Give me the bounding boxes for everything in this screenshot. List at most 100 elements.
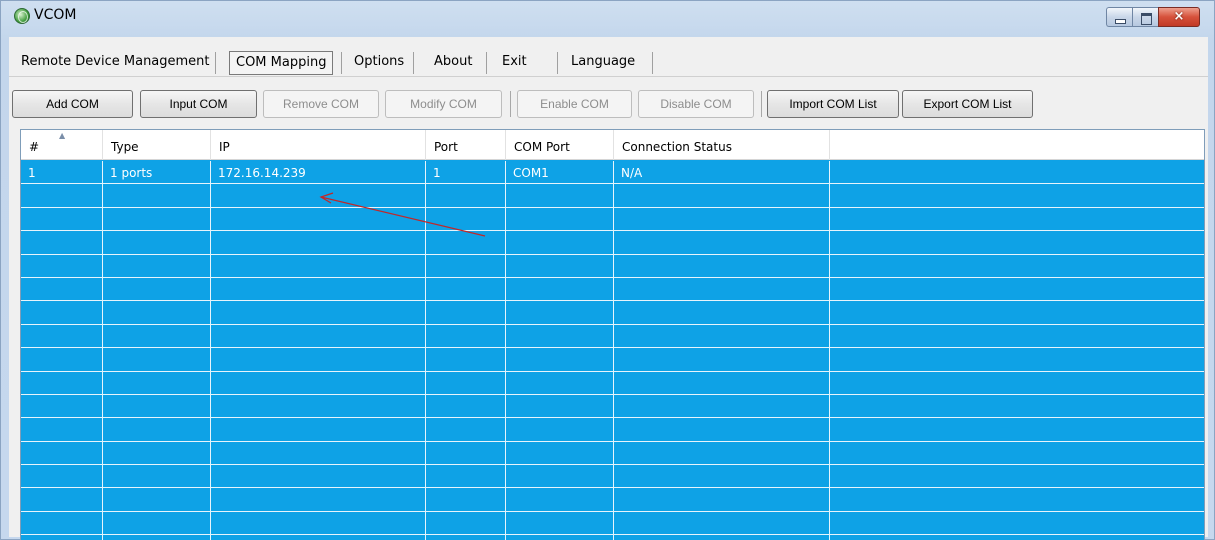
empty-cell bbox=[21, 488, 103, 511]
cell-port: 1 bbox=[426, 161, 506, 184]
empty-cell bbox=[426, 231, 506, 254]
empty-cell bbox=[103, 371, 211, 394]
menu-com-mapping[interactable]: COM Mapping bbox=[229, 51, 334, 75]
menu-about[interactable]: About bbox=[428, 49, 478, 75]
empty-cell bbox=[614, 324, 830, 348]
disable-com-button[interactable]: Disable COM bbox=[638, 90, 754, 118]
empty-cell bbox=[21, 371, 103, 394]
empty-cell bbox=[211, 324, 426, 348]
empty-cell bbox=[426, 254, 506, 277]
input-com-button[interactable]: Input COM bbox=[140, 90, 257, 118]
menu-exit[interactable]: Exit bbox=[496, 49, 533, 75]
empty-cell bbox=[211, 488, 426, 511]
empty-cell bbox=[103, 231, 211, 254]
empty-cell bbox=[614, 488, 830, 511]
empty-cell bbox=[506, 254, 614, 277]
empty-cell bbox=[103, 418, 211, 441]
empty-cell bbox=[614, 231, 830, 254]
empty-cell bbox=[614, 418, 830, 441]
empty-cell bbox=[426, 511, 506, 535]
column-header-ip[interactable]: IP bbox=[211, 130, 426, 160]
list-header: # ▲ Type IP Port COM Port Connection Sta… bbox=[21, 130, 1204, 160]
empty-row bbox=[21, 231, 1204, 255]
empty-cell bbox=[21, 535, 103, 540]
empty-cell bbox=[426, 277, 506, 301]
empty-cell bbox=[211, 231, 426, 254]
empty-cell bbox=[426, 465, 506, 488]
empty-cell bbox=[506, 231, 614, 254]
empty-cell bbox=[506, 371, 614, 394]
empty-cell bbox=[506, 394, 614, 418]
list-rows: 1 1 ports 172.16.14.239 1 COM1 N/A bbox=[21, 161, 1204, 540]
empty-cell bbox=[21, 207, 103, 231]
empty-cell bbox=[506, 348, 614, 371]
empty-cell bbox=[211, 394, 426, 418]
empty-cell bbox=[506, 488, 614, 511]
empty-cell bbox=[506, 277, 614, 301]
empty-cell bbox=[103, 348, 211, 371]
menu-separator bbox=[486, 52, 487, 74]
enable-com-button[interactable]: Enable COM bbox=[517, 90, 632, 118]
maximize-icon[interactable] bbox=[1132, 7, 1158, 27]
menu-options[interactable]: Options bbox=[348, 49, 410, 75]
menu-separator bbox=[341, 52, 342, 74]
empty-cell bbox=[21, 254, 103, 277]
empty-row bbox=[21, 348, 1204, 372]
column-header-type[interactable]: Type bbox=[103, 130, 211, 160]
empty-row bbox=[21, 324, 1204, 349]
empty-cell bbox=[103, 324, 211, 348]
vcom-window: VCOM × Remote Device Management COM Mapp… bbox=[0, 0, 1215, 540]
toolbar-separator bbox=[761, 91, 762, 117]
empty-cell bbox=[21, 231, 103, 254]
empty-cell bbox=[426, 394, 506, 418]
com-mapping-list[interactable]: # ▲ Type IP Port COM Port Connection Sta… bbox=[20, 129, 1205, 540]
empty-cell bbox=[211, 277, 426, 301]
empty-cell bbox=[103, 441, 211, 465]
empty-cell bbox=[426, 371, 506, 394]
export-com-list-button[interactable]: Export COM List bbox=[902, 90, 1033, 118]
menu-separator bbox=[652, 52, 653, 74]
empty-cell bbox=[614, 207, 830, 231]
menu-remote-device-management[interactable]: Remote Device Management bbox=[15, 49, 216, 75]
globe-icon bbox=[14, 8, 30, 24]
empty-cell bbox=[21, 511, 103, 535]
column-header-com-port[interactable]: COM Port bbox=[506, 130, 614, 160]
empty-cell bbox=[21, 301, 103, 324]
add-com-button[interactable]: Add COM bbox=[12, 90, 133, 118]
caption-buttons: × bbox=[1106, 7, 1200, 27]
remove-com-button[interactable]: Remove COM bbox=[263, 90, 379, 118]
cell-type: 1 ports bbox=[103, 161, 211, 184]
empty-cell bbox=[211, 301, 426, 324]
empty-row bbox=[21, 394, 1204, 419]
close-button[interactable]: × bbox=[1158, 7, 1200, 27]
column-header-label: # bbox=[29, 140, 40, 154]
column-header-number[interactable]: # ▲ bbox=[21, 130, 103, 160]
menu-language[interactable]: Language bbox=[565, 49, 641, 75]
empty-cell bbox=[426, 418, 506, 441]
empty-cell bbox=[21, 324, 103, 348]
empty-cell bbox=[103, 184, 211, 207]
empty-cell bbox=[211, 511, 426, 535]
modify-com-button[interactable]: Modify COM bbox=[385, 90, 502, 118]
empty-cell bbox=[614, 465, 830, 488]
empty-cell bbox=[506, 535, 614, 540]
import-com-list-button[interactable]: Import COM List bbox=[767, 90, 899, 118]
empty-cell bbox=[614, 394, 830, 418]
table-row[interactable]: 1 1 ports 172.16.14.239 1 COM1 N/A bbox=[21, 161, 1204, 185]
title-bar[interactable]: VCOM × bbox=[1, 1, 1214, 37]
minimize-icon[interactable] bbox=[1106, 7, 1132, 27]
empty-cell bbox=[103, 511, 211, 535]
column-header-port[interactable]: Port bbox=[426, 130, 506, 160]
empty-row bbox=[21, 184, 1204, 208]
empty-cell bbox=[211, 465, 426, 488]
empty-row bbox=[21, 535, 1204, 540]
menu-separator bbox=[557, 52, 558, 74]
empty-cell bbox=[211, 184, 426, 207]
column-header-connection-status[interactable]: Connection Status bbox=[614, 130, 830, 160]
empty-cell bbox=[426, 207, 506, 231]
empty-cell bbox=[614, 277, 830, 301]
empty-row bbox=[21, 511, 1204, 536]
empty-cell bbox=[103, 535, 211, 540]
empty-row bbox=[21, 277, 1204, 302]
empty-cell bbox=[103, 207, 211, 231]
